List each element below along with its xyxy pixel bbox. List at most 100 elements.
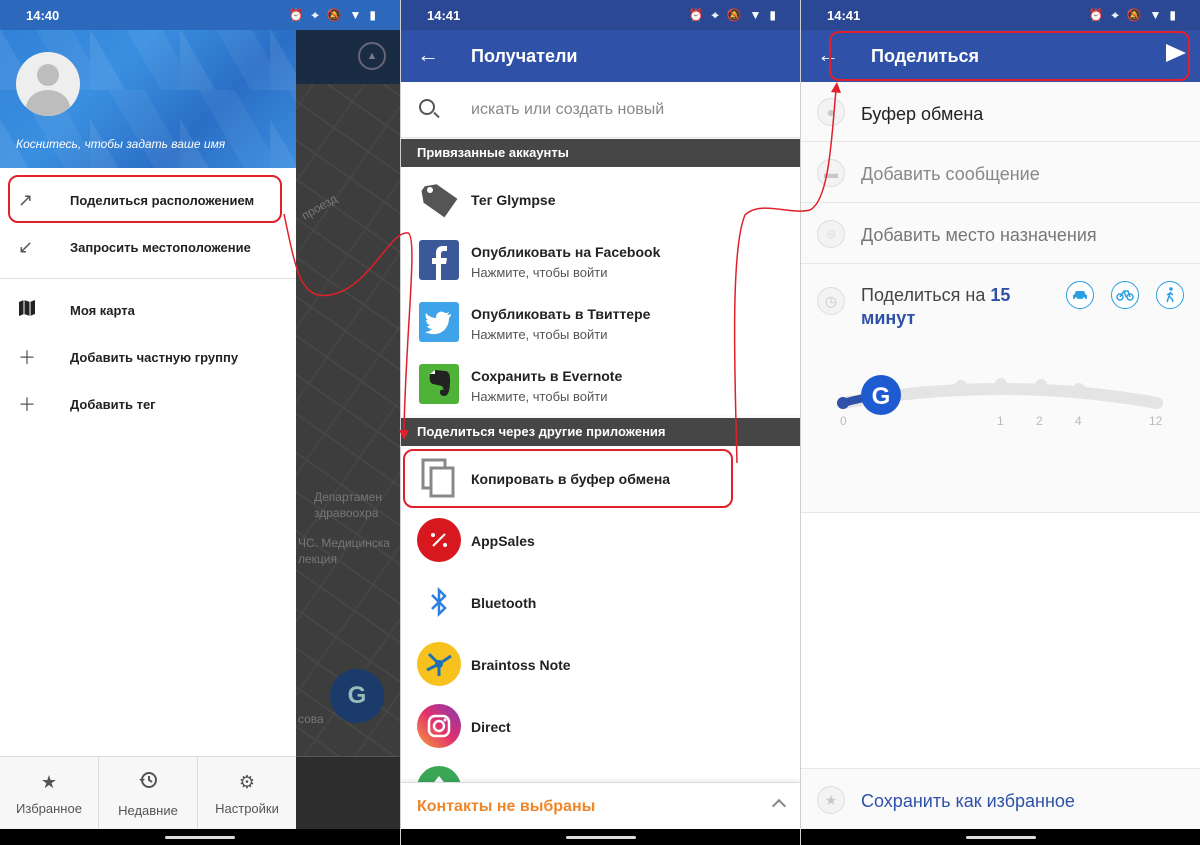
list-item-appsales[interactable]: AppSales — [401, 509, 800, 571]
status-bar: 14:41 ⏰ ⌖ 🔕 ▼ ▮ — [801, 0, 1200, 30]
bike-mode-button[interactable] — [1111, 281, 1139, 309]
message-icon: ▬ — [817, 159, 845, 187]
list-item-partial[interactable] — [401, 757, 800, 782]
map-label: лекция — [298, 552, 337, 566]
drawer-item-label: Добавить частную группу — [70, 349, 239, 365]
status-bar: 14:41 ⏰ ⌖ 🔕 ▼ ▮ — [401, 0, 800, 30]
drawer-item-my-map[interactable]: Моя карта — [0, 287, 296, 333]
mute-icon: 🔕 — [326, 8, 342, 22]
drawer-item-label: Моя карта — [70, 302, 135, 318]
duration-prefix: Поделиться на — [861, 285, 986, 305]
list-item-title: AppSales — [471, 533, 535, 549]
section-header-other-apps: Поделиться через другие приложения — [401, 418, 800, 446]
empty-area — [801, 513, 1200, 768]
send-icon[interactable] — [1166, 44, 1186, 62]
list-item-title: Опубликовать на Facebook — [471, 244, 661, 260]
slider-tick: 1 — [997, 414, 1004, 428]
history-icon — [138, 770, 158, 795]
drawer-item-share-location[interactable]: ↗ Поделиться расположением — [0, 177, 296, 223]
back-arrow-icon[interactable]: ← — [417, 42, 439, 68]
list-item-facebook[interactable]: Опубликовать на Facebook Нажмите, чтобы … — [401, 229, 800, 291]
duration-value: 15 — [990, 285, 1011, 305]
tag-icon — [421, 184, 458, 218]
add-destination-row[interactable]: ⌾ Добавить место назначения — [801, 204, 1200, 264]
list-item-subtitle: Нажмите, чтобы войти — [471, 389, 608, 404]
status-icons: ⏰ ⌖ 🔕 ▼ ▮ — [689, 9, 776, 21]
slider-tick: 4 — [1075, 414, 1082, 428]
recipient-name: Буфер обмена — [861, 104, 984, 124]
map-label: ЧС. Медицинска — [298, 536, 390, 550]
recipient-row[interactable]: ● Буфер обмена — [801, 82, 1200, 142]
plus-icon: ＋ — [18, 395, 36, 415]
system-nav-bar — [801, 829, 1200, 845]
home-handle[interactable] — [565, 836, 636, 839]
tab-recent[interactable]: Недавние — [99, 757, 198, 830]
list-item-evernote[interactable]: Сохранить в Evernote Нажмите, чтобы войт… — [401, 353, 800, 415]
status-time: 14:41 — [827, 7, 861, 23]
alarm-icon: ⏰ — [1088, 8, 1104, 22]
list-item-title: Braintoss Note — [471, 657, 571, 673]
search-input[interactable] — [471, 98, 781, 122]
star-icon: ★ — [817, 786, 845, 814]
battery-icon: ▮ — [369, 8, 376, 22]
wifi-icon: ▼ — [749, 8, 762, 22]
list-item-braintoss[interactable]: Braintoss Note — [401, 633, 800, 695]
drawer-item-label: Поделиться расположением — [70, 192, 255, 208]
wifi-icon: ▼ — [349, 8, 362, 22]
copy-icon — [421, 458, 455, 498]
tab-settings[interactable]: ⚙ Настройки — [198, 757, 296, 830]
location-icon: ⌖ — [711, 8, 719, 22]
bluetooth-icon — [417, 580, 461, 624]
tab-favorites[interactable]: ★ Избранное — [0, 757, 99, 830]
search-icon — [419, 99, 435, 115]
set-name-hint[interactable]: Коснитесь, чтобы задать ваше имя — [16, 137, 225, 151]
status-time: 14:41 — [427, 7, 461, 23]
add-message-row[interactable]: ▬ Добавить сообщение — [801, 143, 1200, 203]
list-item-glympse-tag[interactable]: Тег Glympse — [401, 167, 800, 229]
search-bar — [401, 82, 800, 138]
plus-icon: ＋ — [18, 348, 36, 368]
pin-icon: ⌾ — [817, 220, 845, 248]
list-item-direct[interactable]: Direct — [401, 695, 800, 757]
clock-icon: ◷ — [817, 287, 845, 315]
status-icons: ⏰ ⌖ 🔕 ▼ ▮ — [289, 9, 376, 21]
drawer-item-add-private-group[interactable]: ＋ Добавить частную группу — [0, 334, 296, 380]
compass-icon[interactable]: ▲ — [358, 42, 386, 70]
walk-mode-button[interactable] — [1156, 281, 1184, 309]
arrow-up-right-icon: ↗ — [18, 189, 34, 210]
drawer-item-add-tag[interactable]: ＋ Добавить тег — [0, 381, 296, 427]
drawer-item-request-location[interactable]: ↙ Запросить местоположение — [0, 224, 296, 270]
list-item-copy-clipboard[interactable]: Копировать в буфер обмена — [401, 447, 800, 509]
page-title: Получатели — [471, 46, 578, 66]
wifi-icon: ▼ — [1149, 8, 1162, 22]
list-item-title: Тег Glympse — [471, 192, 556, 208]
home-handle[interactable] — [165, 836, 235, 839]
location-icon: ⌖ — [311, 8, 319, 22]
tab-label: Недавние — [118, 802, 178, 818]
status-bar: 14:40 ⏰ ⌖ 🔕 ▼ ▮ — [0, 0, 400, 30]
home-handle[interactable] — [965, 836, 1036, 839]
panel-navigation-drawer: ▲ проезд Департамен здравоохра ЧС. Медиц… — [0, 0, 400, 845]
list-item-title: Сохранить в Evernote — [471, 368, 623, 384]
avatar[interactable] — [16, 52, 80, 116]
list-item-twitter[interactable]: Опубликовать в Твиттере Нажмите, чтобы в… — [401, 291, 800, 353]
panel-share: ← Поделиться ● Буфер обмена ▬ Добавить с… — [800, 0, 1200, 845]
twitter-icon — [419, 302, 459, 342]
map-bottom-bar — [296, 756, 400, 830]
car-mode-button[interactable] — [1066, 281, 1094, 309]
contacts-summary-bar[interactable]: Контакты не выбраны — [401, 782, 800, 830]
arrow-down-left-icon: ↙ — [18, 236, 34, 257]
evernote-icon — [419, 364, 459, 404]
save-favorite-row[interactable]: ★ Сохранить как избранное — [801, 768, 1200, 830]
page-title: Поделиться — [871, 46, 980, 66]
slider-tick: 0 — [840, 414, 847, 428]
duration-unit: минут — [861, 308, 916, 328]
chevron-up-icon[interactable] — [771, 798, 787, 814]
back-arrow-icon[interactable]: ← — [817, 42, 839, 68]
alarm-icon: ⏰ — [288, 8, 304, 22]
glympse-fab-button[interactable]: G — [330, 669, 384, 723]
list-item-bluetooth[interactable]: Bluetooth — [401, 571, 800, 633]
battery-icon: ▮ — [769, 8, 776, 22]
map-icon — [0, 299, 70, 322]
list-item-subtitle: Нажмите, чтобы войти — [471, 327, 608, 342]
